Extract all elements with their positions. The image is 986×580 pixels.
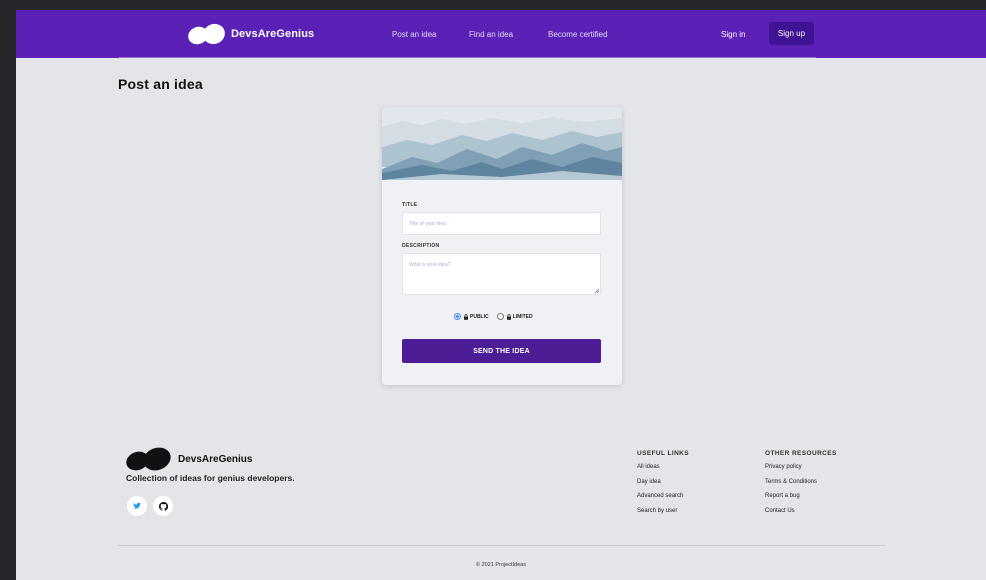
brand-logo-icon	[185, 20, 228, 48]
lock-icon	[506, 313, 511, 320]
signin-link[interactable]: Sign in	[721, 30, 745, 39]
twitter-link[interactable]	[127, 496, 147, 516]
post-idea-card: TITLE DESCRIPTION PUBLIC LI	[382, 107, 622, 385]
lock-icon	[464, 313, 468, 320]
signup-button[interactable]: Sign up	[769, 22, 814, 45]
github-link[interactable]	[153, 496, 173, 516]
description-textarea[interactable]	[402, 253, 601, 295]
footer-link-search-by-user[interactable]: Search by user	[637, 508, 689, 523]
footer-divider	[118, 545, 885, 546]
public-radio[interactable]	[454, 313, 461, 320]
footer-tagline: Collection of ideas for genius developer…	[126, 473, 295, 483]
public-label: PUBLIC	[470, 313, 489, 320]
other-resources-column: OTHER RESOURCES Privacy policy Terms & C…	[765, 450, 837, 522]
footer-link-advanced-search[interactable]: Advanced search	[637, 493, 689, 508]
resize-grip-icon[interactable]	[594, 288, 600, 294]
useful-links-heading: USEFUL LINKS	[637, 450, 689, 457]
footer-link-all-ideas[interactable]: All ideas	[637, 464, 689, 479]
nav-post-idea[interactable]: Post an idea	[392, 30, 436, 39]
nav-find-idea[interactable]: Find an idea	[469, 30, 513, 39]
footer-logo-icon	[123, 443, 174, 475]
brand-link[interactable]: DevsAreGenius	[185, 20, 315, 48]
footer-link-report-bug[interactable]: Report a bug	[765, 493, 837, 508]
footer-link-day-idea[interactable]: Day idea	[637, 479, 689, 494]
footer-link-terms[interactable]: Terms & Conditions	[765, 479, 837, 494]
visibility-public-option[interactable]: PUBLIC	[454, 313, 489, 320]
limited-label: LIMITED	[512, 313, 533, 320]
title-input[interactable]	[402, 212, 601, 235]
github-icon	[158, 501, 168, 511]
footer-link-contact-us[interactable]: Contact Us	[765, 508, 837, 523]
nav-become-certified[interactable]: Become certified	[548, 30, 608, 39]
limited-radio[interactable]	[496, 313, 504, 320]
send-idea-button[interactable]: SEND THE IDEA	[402, 339, 601, 363]
app-frame: DevsAreGenius Post an idea Find an idea …	[16, 10, 986, 580]
brand-name: DevsAreGenius	[231, 28, 315, 40]
visibility-radio-group: PUBLIC LIMITED	[454, 313, 541, 320]
nav-underline	[119, 57, 816, 58]
page-title: Post an idea	[118, 76, 203, 92]
title-label: TITLE	[402, 202, 418, 208]
top-nav: DevsAreGenius Post an idea Find an idea …	[16, 10, 986, 58]
twitter-icon	[133, 502, 141, 509]
mountain-hero-image	[382, 107, 622, 180]
copyright: © 2021 ProjectIdeas	[476, 562, 526, 568]
footer-brand[interactable]: DevsAreGenius	[123, 443, 253, 475]
footer-brand-name: DevsAreGenius	[178, 453, 253, 465]
other-resources-heading: OTHER RESOURCES	[765, 450, 837, 457]
description-label: DESCRIPTION	[402, 243, 440, 249]
useful-links-column: USEFUL LINKS All ideas Day idea Advanced…	[637, 450, 689, 522]
footer-link-privacy-policy[interactable]: Privacy policy	[765, 464, 837, 479]
visibility-limited-option[interactable]: LIMITED	[496, 313, 533, 320]
